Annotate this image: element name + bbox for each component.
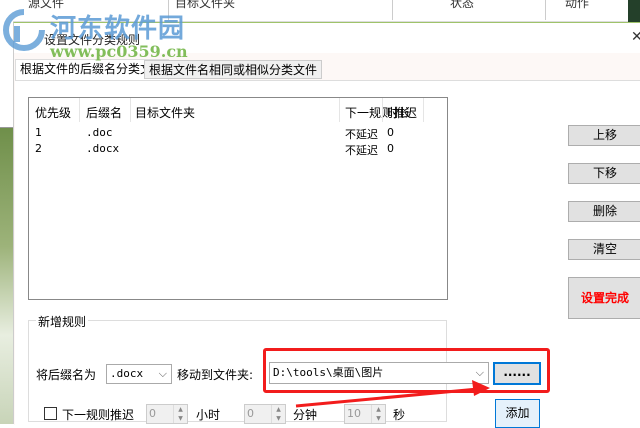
browse-button[interactable]: ...... [493, 362, 541, 385]
tab-panel: 优先级 后缀名 目标文件夹 下一规则推迟 时长 1 .doc 不延迟 0 2 .… [15, 80, 640, 428]
dialog-title: 设置文件分类规则 [44, 33, 141, 47]
new-rule-group-label: 新增规则 [36, 313, 89, 330]
minutes-value: 0 [247, 407, 254, 420]
seconds-stepper[interactable]: 10 ▲ ▼ [344, 404, 386, 424]
chevron-down-icon[interactable]: ⌵ [476, 363, 484, 383]
target-folder-value: D:\tools\桌面\图片 [273, 366, 384, 379]
chevron-down-icon[interactable]: ⌵ [159, 365, 167, 383]
hours-label: 小时 [196, 408, 221, 422]
bg-col-status: 状态 [450, 0, 475, 10]
extension-select[interactable]: .docx ⌵ [106, 364, 172, 384]
finish-settings-button[interactable]: 设置完成 [568, 277, 640, 319]
move-down-button[interactable]: 下移 [568, 163, 640, 184]
background-photo [0, 128, 13, 424]
cell-priority: 2 [35, 142, 42, 155]
classify-rules-dialog: 设置文件分类规则 ✕ 根据文件的后缀名分类文件 根据文件名相同或相似分类文件 优… [13, 22, 640, 428]
spin-arrows-icon[interactable]: ▲ ▼ [173, 405, 187, 423]
minutes-stepper[interactable]: 0 ▲ ▼ [244, 404, 286, 424]
tab-by-filename[interactable]: 根据文件名相同或相似分类文件 [144, 60, 323, 79]
col-target-folder[interactable]: 目标文件夹 [135, 104, 195, 121]
background-window-edge [0, 0, 13, 128]
spin-arrows-icon[interactable]: ▲ ▼ [271, 405, 285, 423]
extension-value: .docx [110, 367, 144, 380]
dialog-body: 根据文件的后缀名分类文件 根据文件名相同或相似分类文件 优先级 后缀名 目标文件… [14, 53, 640, 428]
seconds-value: 10 [347, 407, 361, 420]
hours-stepper[interactable]: 0 ▲ ▼ [146, 404, 188, 424]
cell-priority: 1 [35, 126, 42, 139]
col-extension[interactable]: 后缀名 [86, 104, 122, 121]
cell-delay: 不延迟 [345, 144, 378, 157]
cell-duration: 0 [387, 126, 394, 139]
rules-list[interactable]: 优先级 后缀名 目标文件夹 下一规则推迟 时长 1 .doc 不延迟 0 2 .… [28, 97, 448, 300]
col-priority[interactable]: 优先级 [35, 104, 71, 121]
target-folder-select[interactable]: D:\tools\桌面\图片 ⌵ [269, 362, 489, 384]
cell-delay: 不延迟 [345, 128, 378, 141]
hours-value: 0 [149, 407, 156, 420]
bg-col-source: 源文件 [28, 0, 65, 10]
close-icon[interactable]: ✕ [631, 29, 640, 45]
cell-extension: .docx [86, 142, 120, 155]
delay-label[interactable]: 下一规则推迟 [62, 406, 134, 423]
background-photo-right [628, 0, 640, 22]
seconds-label: 秒 [393, 408, 406, 422]
spin-arrows-icon[interactable]: ▲ ▼ [371, 405, 385, 423]
bg-col-action: 动作 [565, 0, 590, 10]
move-up-button[interactable]: 上移 [568, 125, 640, 146]
bg-col-target: 目标文件夹 [175, 0, 236, 10]
extension-label: 将后缀名为 [36, 368, 97, 382]
minutes-label: 分钟 [293, 408, 318, 422]
cell-duration: 0 [387, 142, 394, 155]
background-window-header: 源文件 目标文件夹 状态 动作 [0, 0, 640, 22]
delay-checkbox[interactable] [44, 407, 57, 420]
title-bar[interactable]: 设置文件分类规则 ✕ [14, 23, 640, 53]
delete-button[interactable]: 删除 [568, 201, 640, 222]
col-duration[interactable]: 时长 [387, 104, 411, 121]
cell-extension: .doc [86, 126, 113, 139]
clear-button[interactable]: 清空 [568, 239, 640, 260]
folder-label: 移动到文件夹: [177, 368, 254, 382]
